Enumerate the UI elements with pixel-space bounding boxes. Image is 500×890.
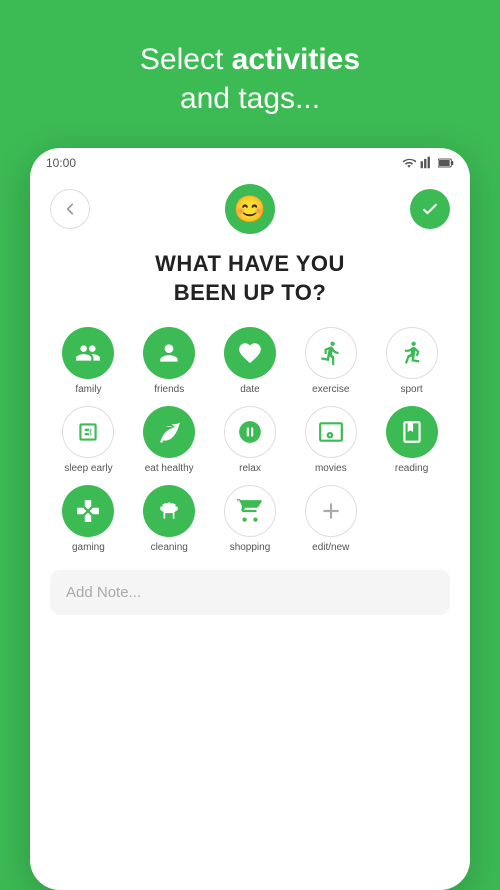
activity-icon-friends <box>143 327 195 379</box>
movies-icon <box>318 419 344 445</box>
activity-label-gaming: gaming <box>72 542 105 554</box>
phone-frame: 10:00 😊 <box>30 148 470 890</box>
activity-friends[interactable]: friends <box>131 327 208 396</box>
back-icon <box>62 201 78 217</box>
activity-label-date: date <box>240 384 259 396</box>
mood-emoji: 😊 <box>225 184 275 234</box>
activity-eat-healthy[interactable]: eat healthy <box>131 406 208 475</box>
signal-icon <box>420 156 434 170</box>
activity-icon-exercise <box>305 327 357 379</box>
header-line1: Select <box>140 43 232 76</box>
activity-date[interactable]: date <box>212 327 289 396</box>
activity-label-cleaning: cleaning <box>151 542 188 554</box>
activity-label-reading: reading <box>395 463 428 475</box>
shopping-icon <box>237 498 263 524</box>
activity-icon-shopping <box>224 485 276 537</box>
back-button[interactable] <box>50 189 90 229</box>
header-title: Select activities and tags... <box>140 40 360 118</box>
activity-reading[interactable]: reading <box>373 406 450 475</box>
battery-icon <box>438 157 454 169</box>
status-time: 10:00 <box>46 156 76 170</box>
activity-label-relax: relax <box>239 463 261 475</box>
header-line2: and tags... <box>180 82 320 115</box>
phone-content: 😊 WHAT HAVE YOUBEEN UP TO? family <box>30 174 470 635</box>
gaming-icon <box>75 498 101 524</box>
activity-label-edit: edit/new <box>312 542 349 554</box>
question-title: WHAT HAVE YOUBEEN UP TO? <box>50 250 450 307</box>
plus-icon <box>318 498 344 524</box>
activity-label-family: family <box>75 384 101 396</box>
activity-label-friends: friends <box>154 384 184 396</box>
status-bar: 10:00 <box>30 148 470 174</box>
activity-icon-plus <box>305 485 357 537</box>
activity-gaming[interactable]: gaming <box>50 485 127 554</box>
note-input[interactable] <box>50 570 450 615</box>
status-icons <box>402 156 454 170</box>
activity-label-movies: movies <box>315 463 347 475</box>
activity-icon-relax <box>224 406 276 458</box>
reading-icon <box>399 419 425 445</box>
activity-label-exercise: exercise <box>312 384 349 396</box>
date-heart-icon <box>237 340 263 366</box>
activity-icon-family <box>62 327 114 379</box>
sleep-icon <box>75 419 101 445</box>
header-bold: activities <box>232 43 360 76</box>
confirm-button[interactable] <box>410 189 450 229</box>
activity-shopping[interactable]: shopping <box>212 485 289 554</box>
cleaning-icon <box>156 498 182 524</box>
activity-icon-movies <box>305 406 357 458</box>
activity-icon-cleaning <box>143 485 195 537</box>
exercise-icon <box>318 340 344 366</box>
family-icon <box>75 340 101 366</box>
activity-cleaning[interactable]: cleaning <box>131 485 208 554</box>
wifi-icon <box>402 156 416 170</box>
activity-family[interactable]: family <box>50 327 127 396</box>
activity-icon-sport <box>386 327 438 379</box>
activity-icon-date <box>224 327 276 379</box>
activity-icon-eat <box>143 406 195 458</box>
activity-label-shopping: shopping <box>230 542 271 554</box>
relax-icon <box>237 419 263 445</box>
activity-exercise[interactable]: exercise <box>292 327 369 396</box>
check-icon <box>420 199 440 219</box>
nav-row: 😊 <box>50 184 450 234</box>
activity-label-eat: eat healthy <box>145 463 194 475</box>
activity-icon-sleep <box>62 406 114 458</box>
header-area: Select activities and tags... <box>0 0 500 148</box>
activity-icon-gaming <box>62 485 114 537</box>
activity-sleep-early[interactable]: sleep early <box>50 406 127 475</box>
activity-movies[interactable]: movies <box>292 406 369 475</box>
sport-icon <box>399 340 425 366</box>
activities-grid: family friends date <box>50 327 450 554</box>
activity-icon-reading <box>386 406 438 458</box>
activity-label-sport: sport <box>400 384 422 396</box>
activity-sport[interactable]: sport <box>373 327 450 396</box>
activity-label-sleep: sleep early <box>64 463 112 475</box>
activity-relax[interactable]: relax <box>212 406 289 475</box>
activity-edit-new[interactable]: edit/new <box>292 485 369 554</box>
friends-icon <box>156 340 182 366</box>
eat-icon <box>156 419 182 445</box>
